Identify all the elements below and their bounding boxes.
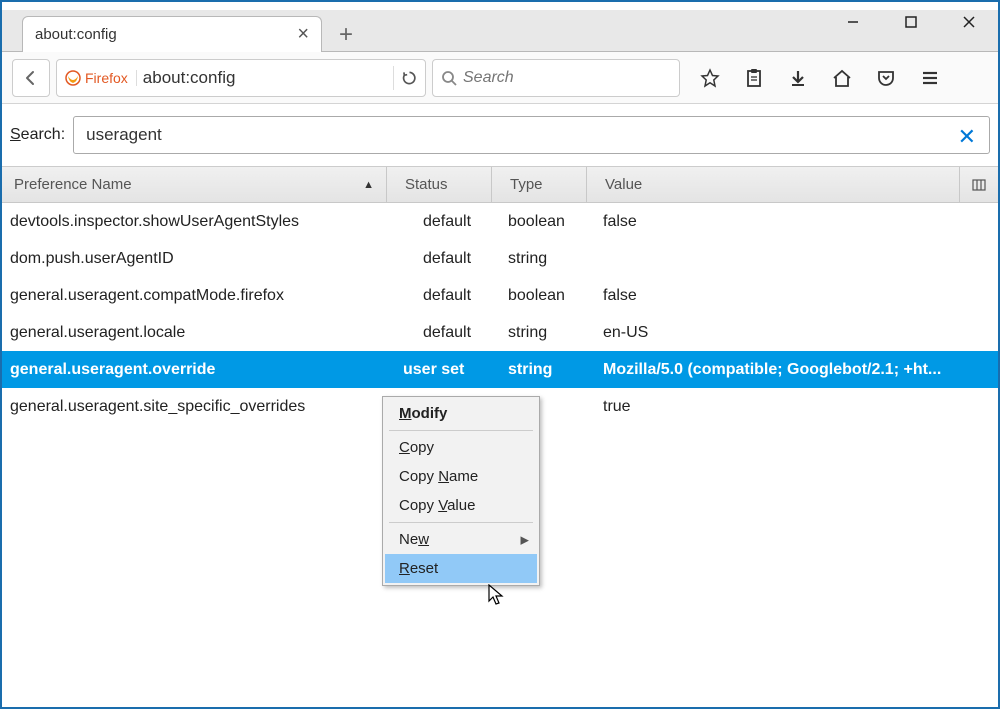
config-search-row: Search: ✕ xyxy=(2,104,998,166)
config-search-input[interactable] xyxy=(73,116,990,154)
table-row[interactable]: general.useragent.overrideuser setstring… xyxy=(2,351,998,388)
url-input[interactable] xyxy=(143,68,387,88)
table-header: Preference Name ▲ Status Type Value xyxy=(2,167,998,203)
downloads-icon[interactable] xyxy=(778,59,818,97)
column-picker-icon[interactable] xyxy=(960,167,998,202)
menu-new[interactable]: New▶ xyxy=(385,525,537,554)
sort-arrow-icon: ▲ xyxy=(363,179,374,191)
cell-status: default xyxy=(387,287,492,305)
cell-value: false xyxy=(587,213,998,231)
cell-value: true xyxy=(587,398,998,416)
cell-type: string xyxy=(492,361,587,379)
table-body: devtools.inspector.showUserAgentStylesde… xyxy=(2,203,998,425)
tab-title: about:config xyxy=(35,26,289,43)
tab-close-icon[interactable]: × xyxy=(297,23,309,46)
new-tab-button[interactable]: + xyxy=(330,19,362,51)
cell-type: boolean xyxy=(492,213,587,231)
menu-copy-name[interactable]: Copy Name xyxy=(385,462,537,491)
clear-search-icon[interactable]: ✕ xyxy=(958,124,976,150)
back-button[interactable] xyxy=(12,59,50,97)
menu-icon[interactable] xyxy=(910,59,950,97)
col-type[interactable]: Type xyxy=(492,167,587,202)
col-status[interactable]: Status xyxy=(387,167,492,202)
col-preference-name[interactable]: Preference Name ▲ xyxy=(2,167,387,202)
identity-box[interactable]: Firefox xyxy=(65,70,137,86)
cell-name: general.useragent.compatMode.firefox xyxy=(2,287,387,305)
minimize-button[interactable] xyxy=(824,2,882,42)
cell-value: false xyxy=(587,287,998,305)
table-row[interactable]: dom.push.userAgentIDdefaultstring xyxy=(2,240,998,277)
cell-type: boolean xyxy=(492,287,587,305)
cell-name: general.useragent.locale xyxy=(2,324,387,342)
chevron-right-icon: ▶ xyxy=(521,533,529,546)
reload-button[interactable] xyxy=(393,66,417,90)
cell-status: default xyxy=(387,324,492,342)
cell-name: devtools.inspector.showUserAgentStyles xyxy=(2,213,387,231)
home-icon[interactable] xyxy=(822,59,862,97)
cell-name: dom.push.userAgentID xyxy=(2,250,387,268)
col-value[interactable]: Value xyxy=(587,167,960,202)
search-bar[interactable] xyxy=(432,59,680,97)
table-row[interactable]: general.useragent.compatMode.firefoxdefa… xyxy=(2,277,998,314)
cell-status: user set xyxy=(387,361,492,379)
table-row[interactable]: devtools.inspector.showUserAgentStylesde… xyxy=(2,203,998,240)
context-menu: Modify Copy Copy Name Copy Value New▶ Re… xyxy=(382,396,540,586)
firefox-icon xyxy=(65,70,81,86)
tab-active[interactable]: about:config × xyxy=(22,16,322,52)
search-input[interactable] xyxy=(463,69,671,87)
menu-copy-value[interactable]: Copy Value xyxy=(385,491,537,520)
window-controls xyxy=(824,2,998,42)
cell-status: default xyxy=(387,213,492,231)
close-button[interactable] xyxy=(940,2,998,42)
toolbar-icons xyxy=(690,59,950,97)
menu-separator xyxy=(389,522,533,523)
cell-name: general.useragent.override xyxy=(2,361,387,379)
menu-reset[interactable]: Reset xyxy=(385,554,537,583)
menu-separator xyxy=(389,430,533,431)
bookmark-star-icon[interactable] xyxy=(690,59,730,97)
cell-value: en-US xyxy=(587,324,998,342)
nav-toolbar: Firefox xyxy=(2,52,998,104)
search-icon xyxy=(441,70,457,86)
config-search-label: Search: xyxy=(10,126,65,144)
maximize-button[interactable] xyxy=(882,2,940,42)
cell-name: general.useragent.site_specific_override… xyxy=(2,398,387,416)
menu-copy[interactable]: Copy xyxy=(385,433,537,462)
cell-type: string xyxy=(492,324,587,342)
menu-modify[interactable]: Modify xyxy=(385,399,537,428)
table-row[interactable]: general.useragent.localedefaultstringen-… xyxy=(2,314,998,351)
content-area: Search: ✕ Preference Name ▲ Status Type … xyxy=(2,104,998,707)
identity-text: Firefox xyxy=(85,70,128,86)
cell-status: default xyxy=(387,250,492,268)
url-bar[interactable]: Firefox xyxy=(56,59,426,97)
pocket-icon[interactable] xyxy=(866,59,906,97)
cell-value: Mozilla/5.0 (compatible; Googlebot/2.1; … xyxy=(587,361,998,379)
clipboard-icon[interactable] xyxy=(734,59,774,97)
cell-type: string xyxy=(492,250,587,268)
